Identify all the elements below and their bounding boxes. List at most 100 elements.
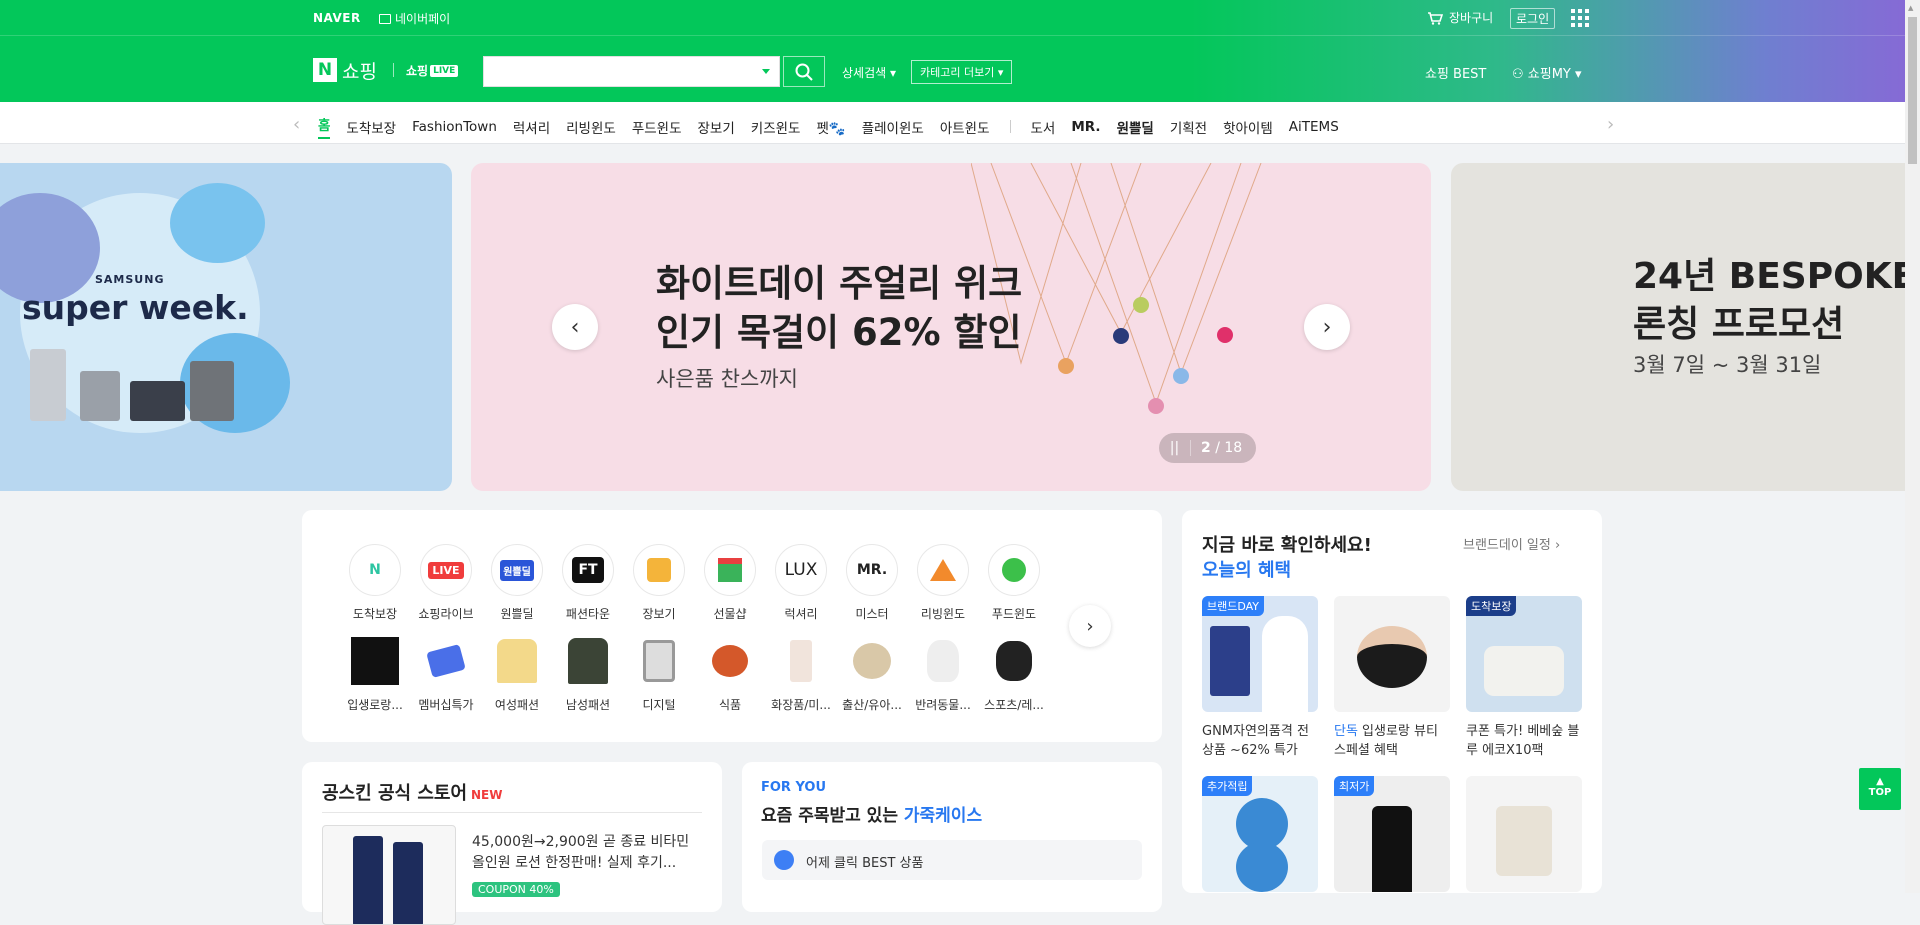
quick-label: 미스터 [855, 607, 889, 621]
shopping-my-link[interactable]: ⚇ 쇼핑MY ▾ [1512, 63, 1582, 82]
quick-item-cosmetics[interactable]: 화장품/미... [766, 635, 836, 713]
quick-label: 쇼핑라이브 [418, 607, 474, 621]
today-title: 지금 바로 확인하세요! [1202, 535, 1372, 556]
scroll-up-icon[interactable]: ▲ [1908, 4, 1913, 12]
nav-tab-aitems[interactable]: AiTEMS [1289, 119, 1339, 135]
search-button[interactable] [783, 56, 825, 87]
for-you-card: FOR YOU 요즘 주목받고 있는 가죽케이스 어제 클릭 BEST 상품 [742, 762, 1162, 912]
product-tag: 도착보장 [1466, 596, 1517, 616]
nav-tab-art[interactable]: 아트윈도 [940, 117, 990, 137]
nav-tab-living[interactable]: 리빙윈도 [566, 117, 616, 137]
nav-tab-home[interactable]: 홈 [318, 114, 331, 139]
banner-prev-button[interactable]: ‹ [552, 304, 598, 350]
nav-tab-books[interactable]: 도서 [1031, 117, 1056, 137]
shopping-title[interactable]: 쇼핑 [342, 57, 377, 84]
quick-item-luxury[interactable]: LUX 럭셔리 [766, 544, 836, 622]
nav-tab-luxury[interactable]: 럭셔리 [513, 117, 550, 137]
quick-item-baby[interactable]: 출산/유아... [837, 635, 907, 713]
category-more-button[interactable]: 카테고리 더보기 ▾ [911, 60, 1013, 84]
nav-prev-icon[interactable]: ‹ [293, 114, 300, 135]
nav-tab-play[interactable]: 플레이윈도 [862, 117, 924, 137]
quick-item-sports[interactable]: 스포츠/레... [979, 635, 1049, 713]
brandday-schedule-link[interactable]: 브랜드데이 일정 › [1463, 534, 1560, 553]
shopping-live-link[interactable]: 쇼핑 LIVE [406, 62, 459, 79]
product-tag: 추가적립 [1202, 776, 1253, 796]
quick-item-grocery[interactable]: 장보기 [624, 544, 694, 622]
product-card[interactable] [1466, 776, 1582, 892]
quick-label: 패션타운 [565, 607, 611, 621]
cart-link[interactable]: 장바구니 [1427, 9, 1493, 26]
nav-tab-delivery[interactable]: 도착보장 [346, 117, 396, 137]
yesterday-best-bar[interactable]: 어제 클릭 BEST 상품 [762, 840, 1142, 880]
banner-next-button[interactable]: › [1304, 304, 1350, 350]
nav-tab-kids[interactable]: 키즈윈도 [751, 117, 801, 137]
quick-item-women[interactable]: 여성패션 [482, 635, 552, 713]
nav-next-icon[interactable]: › [1607, 114, 1614, 135]
banner-whiteday[interactable]: 화이트데이 주얼리 위크 인기 목걸이 62% 할인 사은품 찬스까지 ‹ › … [471, 163, 1431, 491]
quick-item-food2[interactable]: 식품 [695, 635, 765, 713]
shopping-best-link[interactable]: 쇼핑 BEST [1425, 63, 1486, 82]
apps-grid-icon[interactable] [1571, 9, 1589, 27]
product-card[interactable]: 단독 입생로랑 뷰티 스페셜 혜택 [1334, 596, 1450, 760]
scroll-top-button[interactable]: ▲ TOP [1859, 768, 1901, 810]
pause-icon[interactable]: || [1159, 440, 1191, 456]
quick-item-men[interactable]: 남성패션 [553, 635, 623, 713]
whiteday-title-line2: 인기 목걸이 62% 할인 [656, 311, 1022, 354]
advanced-search-button[interactable]: 상세검색 ▾ [842, 64, 896, 81]
quick-item-gift[interactable]: 선물샵 [695, 544, 765, 622]
product-card[interactable]: 도착보장 쿠폰 특가! 베베숲 블루 에코X10팩 [1466, 596, 1582, 760]
search-dropdown-icon[interactable] [762, 69, 770, 74]
quick-item-pet[interactable]: 반려동물... [908, 635, 978, 713]
today-subtitle: 오늘의 혜택 [1202, 560, 1292, 581]
quick-next-button[interactable]: › [1069, 605, 1111, 647]
scrollbar-thumb[interactable] [1908, 17, 1917, 164]
quick-item-fashiontown[interactable]: FT 패션타운 [553, 544, 623, 622]
banner-bespoke[interactable]: 24년 BESPOKE 신 론칭 프로모션 3월 7일 ~ 3월 31일 [1451, 163, 1920, 491]
quick-item-live[interactable]: LIVE 쇼핑라이브 [411, 544, 481, 622]
quick-item-delivery[interactable]: N 도착보장 [340, 544, 410, 622]
for-you-title-prefix: 요즘 주목받고 있는 [761, 806, 904, 826]
nav-tab-pet[interactable]: 펫🐾 [816, 117, 845, 137]
nav-tab-mr[interactable]: MR. [1071, 119, 1100, 135]
login-button[interactable]: 로그인 [1510, 8, 1556, 29]
nav-tab-grocery[interactable]: 장보기 [698, 117, 735, 137]
nav-tab-exhibition[interactable]: 기획전 [1170, 117, 1207, 137]
nav-tab-fashiontown[interactable]: FashionTown [412, 119, 497, 135]
gongskin-product-image[interactable] [322, 825, 456, 925]
quick-item-oneplus[interactable]: 원쁠딜 원쁠딜 [482, 544, 552, 622]
oneplus-icon: 원쁠딜 [500, 559, 534, 581]
product-tag: 브랜드DAY [1202, 596, 1265, 616]
naver-logo[interactable]: NAVER [313, 11, 361, 25]
product-card[interactable]: 브랜드DAY GNM자연의품격 전 상품 ~62% 특가 [1202, 596, 1318, 760]
gongskin-product-text[interactable]: 45,000원→2,900원 곧 종료 비타민 올인원 로션 한정판매! 실제 … [472, 832, 704, 874]
quick-item-ysl[interactable]: 입생로랑... [340, 635, 410, 713]
wallet-icon [379, 13, 391, 24]
for-you-label: FOR YOU [761, 780, 827, 795]
laptop-image [130, 381, 185, 421]
gongskin-title[interactable]: 공스킨 공식 스토어 NEW [322, 779, 503, 805]
product-card[interactable]: 추가적립 [1202, 776, 1318, 892]
naverpay-link[interactable]: 네이버페이 [379, 10, 450, 27]
nav-tab-oneplus[interactable]: 원쁠딜 [1117, 117, 1154, 137]
nav-tab-food[interactable]: 푸드윈도 [632, 117, 682, 137]
quick-item-digital[interactable]: 디지털 [624, 635, 694, 713]
search-icon [795, 63, 813, 81]
quick-item-living[interactable]: 리빙윈도 [908, 544, 978, 622]
quick-label: 식품 [718, 698, 742, 712]
lux-icon: LUX [775, 544, 827, 596]
quick-item-mister[interactable]: MR. 미스터 [837, 544, 907, 622]
bespoke-title-line1: 24년 BESPOKE 신 [1633, 256, 1920, 297]
quick-item-food[interactable]: 푸드윈도 [979, 544, 1049, 622]
naver-n-logo[interactable]: N [313, 58, 337, 82]
quick-label: 반려동물... [915, 698, 971, 712]
pager-current: 2 [1201, 440, 1211, 456]
search-input[interactable] [484, 57, 754, 86]
quick-label: 출산/유아... [842, 698, 902, 712]
bespoke-title-line2: 론칭 프로모션 [1633, 304, 1845, 345]
header-divider [0, 35, 1920, 36]
fashiontown-icon: FT [572, 557, 604, 583]
product-card[interactable]: 최저가 [1334, 776, 1450, 892]
nav-tab-hotitem[interactable]: 핫아이템 [1223, 117, 1273, 137]
quick-item-membership[interactable]: 멤버십특가 [411, 635, 481, 713]
banner-samsung[interactable]: SAMSUNG super week. [0, 163, 452, 491]
